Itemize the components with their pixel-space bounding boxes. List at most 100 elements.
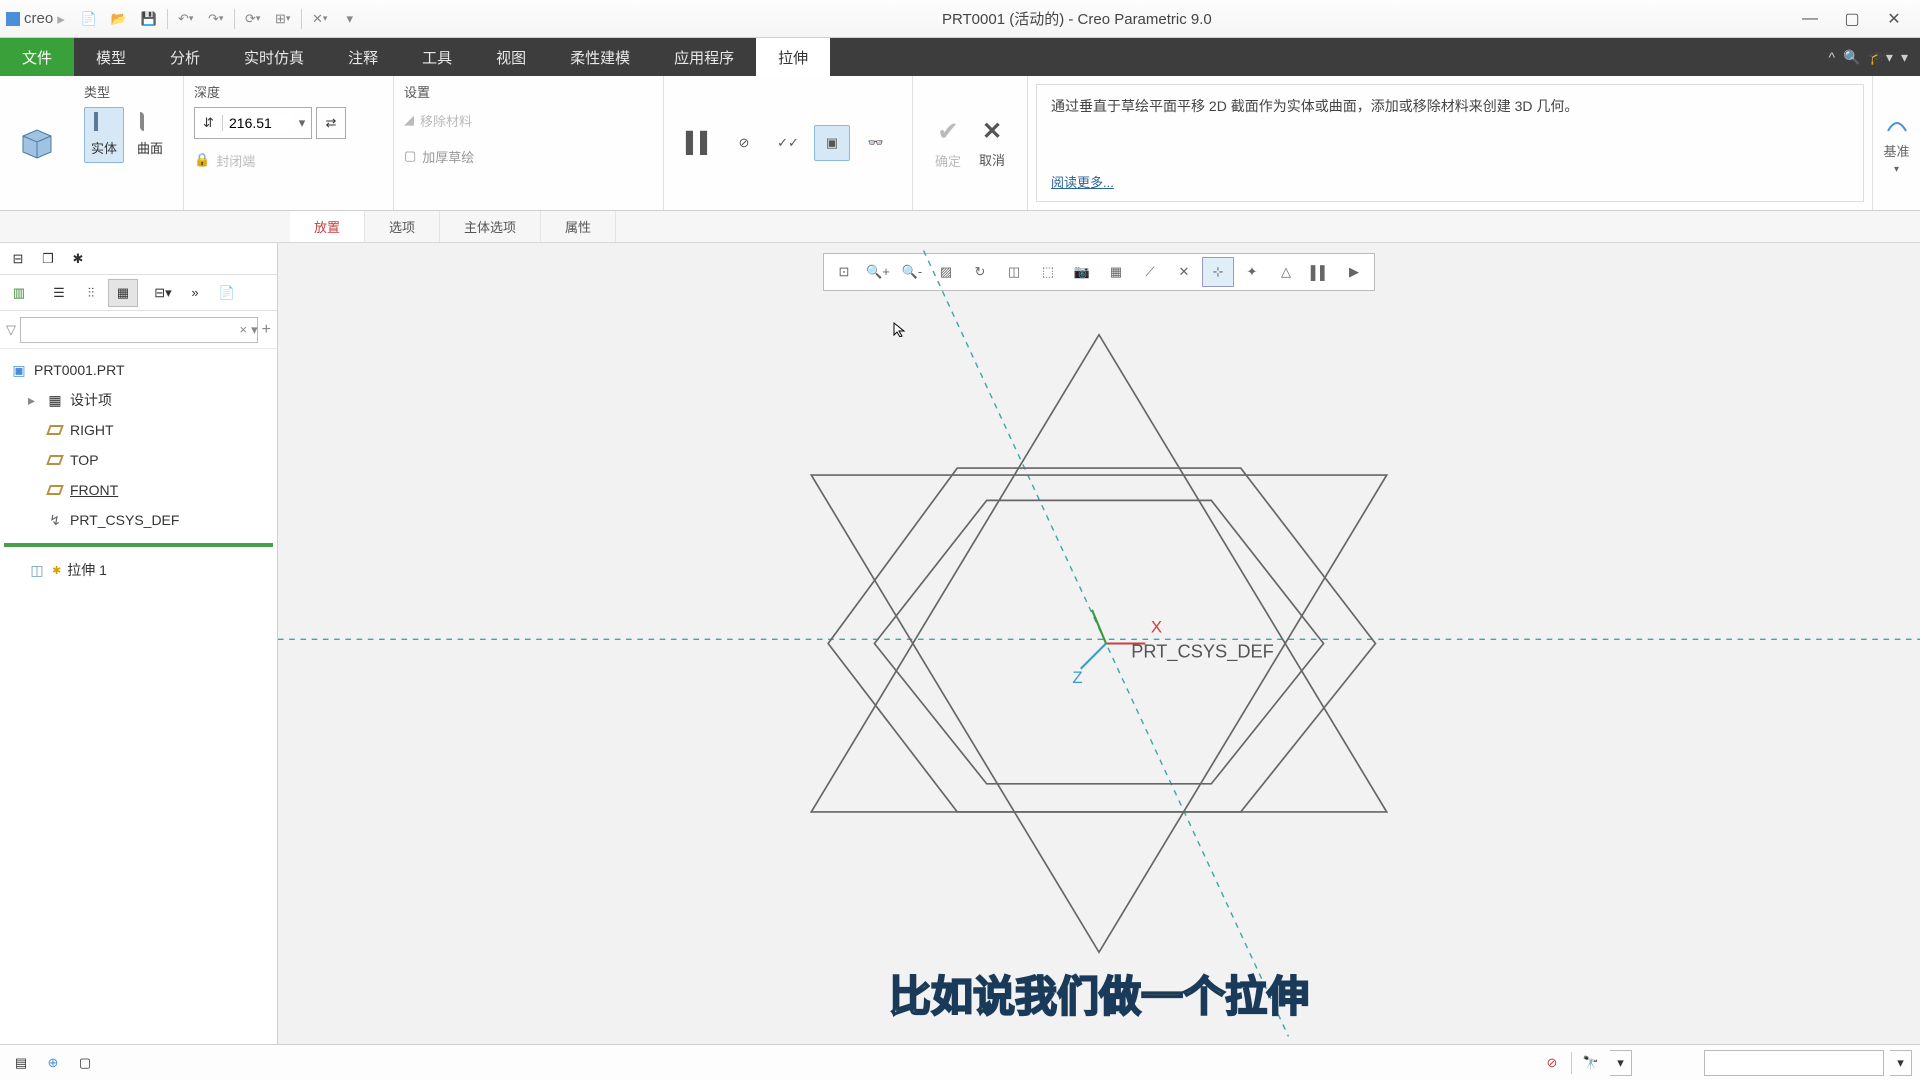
tree-insert-marker[interactable] — [4, 543, 273, 547]
maximize-button[interactable]: ▢ — [1832, 5, 1872, 33]
quick-access-toolbar: 📄 📂 💾 ↶▾ ↷▾ ⟳▾ ⊞▾ ✕▾ ▾ — [75, 5, 364, 33]
menu-tabs: 文件 模型 分析 实时仿真 注释 工具 视图 柔性建模 应用程序 拉伸 ^ 🔍 … — [0, 38, 1920, 76]
favorites-tab-icon[interactable]: ✱ — [66, 247, 90, 271]
preview-icon[interactable]: ▣ — [814, 125, 850, 161]
thicken-check[interactable]: ▢ 加厚草绘 — [404, 143, 474, 169]
subtab-properties[interactable]: 属性 — [541, 211, 616, 242]
surface-toggle[interactable]: 曲面 — [130, 107, 170, 163]
tree-plane-front[interactable]: FRONT — [0, 475, 277, 505]
search-icon[interactable]: 🔍 — [1843, 49, 1860, 66]
tree-plane-top[interactable]: TOP — [0, 445, 277, 475]
qat-more-icon[interactable]: ▾ — [336, 5, 364, 33]
tab-view[interactable]: 视图 — [474, 38, 548, 76]
remove-material-check: ◢ 移除材料 — [404, 107, 472, 133]
redo-icon[interactable]: ↷▾ — [202, 5, 230, 33]
selection-filter-dropdown[interactable]: ▾ — [1890, 1050, 1912, 1076]
surface-icon — [140, 114, 160, 134]
save-icon[interactable]: 💾 — [135, 5, 163, 33]
tab-tools[interactable]: 工具 — [400, 38, 474, 76]
datum-group[interactable]: 基准 ▾ — [1872, 76, 1920, 210]
tree-feature-extrude[interactable]: ◫ ✱ 拉伸 1 — [0, 555, 277, 585]
add-filter-icon[interactable]: + — [262, 321, 271, 339]
flip-direction-button[interactable]: ⇄ — [316, 107, 346, 139]
tree-expand-icon[interactable]: » — [180, 279, 210, 307]
read-more-link[interactable]: 阅读更多... — [1051, 172, 1849, 191]
tab-apps[interactable]: 应用程序 — [652, 38, 756, 76]
cancel-label: 取消 — [979, 150, 1005, 169]
app-logo: creo ▸ — [6, 10, 65, 28]
sidebar-toolbar-2: ▥ ☰ ⫶⫶ ▦ ⊟▾ » 📄 — [0, 275, 277, 311]
minimize-button[interactable]: — — [1790, 5, 1830, 33]
filter-dropdown-icon[interactable]: ▾ — [251, 322, 258, 338]
no-preview-icon[interactable]: ⊘ — [726, 125, 762, 161]
remove-material-icon: ◢ — [404, 112, 414, 128]
find-dropdown[interactable]: ▾ — [1610, 1050, 1632, 1076]
undo-icon[interactable]: ↶▾ — [172, 5, 200, 33]
tab-flex[interactable]: 柔性建模 — [548, 38, 652, 76]
surface-label: 曲面 — [137, 138, 163, 157]
tab-model[interactable]: 模型 — [74, 38, 148, 76]
window-controls: — ▢ ✕ — [1790, 5, 1914, 33]
depth-value-input[interactable] — [223, 115, 293, 131]
thicken-icon: ▢ — [404, 148, 416, 164]
main-area: ⊟ ❐ ✱ ▥ ☰ ⫶⫶ ▦ ⊟▾ » 📄 ▽ × ▾ + ▣ PRT0001.… — [0, 243, 1920, 1044]
status-icon-2[interactable]: ⊕ — [40, 1050, 66, 1076]
filter-icon[interactable]: ▽ — [6, 322, 16, 338]
model-tree-sidebar: ⊟ ❐ ✱ ▥ ☰ ⫶⫶ ▦ ⊟▾ » 📄 ▽ × ▾ + ▣ PRT0001.… — [0, 243, 278, 1044]
find-icon[interactable]: 🔭 — [1578, 1050, 1604, 1076]
remove-material-label: 移除材料 — [420, 111, 472, 130]
tree-plane-right[interactable]: RIGHT — [0, 415, 277, 445]
tree-csys[interactable]: ↯ PRT_CSYS_DEF — [0, 505, 277, 535]
settings-icon[interactable]: ▾ — [1901, 49, 1908, 66]
verify-icon[interactable]: ✓✓ — [770, 125, 806, 161]
tree-doc-icon[interactable]: 📄 — [212, 279, 242, 307]
help-icon[interactable]: 🎓▾ — [1869, 49, 1893, 66]
axis-z-label: Z — [1072, 668, 1082, 687]
status-stop-icon[interactable]: ⊘ — [1539, 1050, 1565, 1076]
close-window-button[interactable]: ✕ — [1874, 5, 1914, 33]
graphics-canvas[interactable]: ⊡ 🔍+ 🔍- ▨ ↻ ◫ ⬚ 📷 ▦ ⟋ ✕ ⊹ ✦ △ ▌▌ ▶ — [278, 243, 1920, 1044]
collapse-ribbon-icon[interactable]: ^ — [1828, 49, 1835, 65]
tab-file[interactable]: 文件 — [0, 38, 74, 76]
tab-simulation[interactable]: 实时仿真 — [222, 38, 326, 76]
glasses-icon[interactable]: 👓 — [858, 125, 894, 161]
tree-tab-icon[interactable]: ⊟ — [6, 247, 30, 271]
solid-toggle[interactable]: 实体 — [84, 107, 124, 163]
tab-extrude[interactable]: 拉伸 — [756, 38, 830, 76]
depth-type-icon[interactable]: ⇵ — [195, 115, 223, 131]
depth-dropdown-icon[interactable]: ▾ — [293, 115, 311, 131]
plane-icon — [46, 481, 64, 499]
cancel-button[interactable]: ✕ 取消 — [979, 117, 1005, 169]
subtab-placement[interactable]: 放置 — [290, 211, 365, 242]
regenerate-icon[interactable]: ⟳▾ — [239, 5, 267, 33]
open-file-icon[interactable]: 📂 — [105, 5, 133, 33]
filter-input[interactable] — [20, 317, 258, 343]
tree-view-1-icon[interactable]: ☰ — [44, 279, 74, 307]
tree-view-3-icon[interactable]: ▦ — [108, 279, 138, 307]
layers-tab-icon[interactable]: ❐ — [36, 247, 60, 271]
pause-button[interactable]: ▌▌ — [682, 125, 718, 161]
thicken-label: 加厚草绘 — [422, 147, 474, 166]
status-icon-1[interactable]: ▤ — [8, 1050, 34, 1076]
close-model-icon[interactable]: ✕▾ — [306, 5, 334, 33]
subtab-body-options[interactable]: 主体选项 — [440, 211, 541, 242]
tab-analysis[interactable]: 分析 — [148, 38, 222, 76]
subtab-options[interactable]: 选项 — [365, 211, 440, 242]
ribbon-preview-controls: ▌▌ ⊘ ✓✓ ▣ 👓 — [664, 76, 913, 210]
model-tree-icon[interactable]: ▥ — [4, 279, 34, 307]
clear-filter-icon[interactable]: × — [240, 322, 248, 337]
tree-view-2-icon[interactable]: ⫶⫶ — [76, 279, 106, 307]
tree-settings-icon[interactable]: ⊟▾ — [148, 279, 178, 307]
tab-annotate[interactable]: 注释 — [326, 38, 400, 76]
tree-design-items[interactable]: ▸ ▦ 设计项 — [0, 385, 277, 415]
selection-filter-box[interactable] — [1704, 1050, 1884, 1076]
windows-icon[interactable]: ⊞▾ — [269, 5, 297, 33]
subtitle-caption: 比如说我们做一个拉伸 — [889, 963, 1309, 1024]
plane-icon — [46, 451, 64, 469]
tree-root[interactable]: ▣ PRT0001.PRT — [0, 355, 277, 385]
status-bar: ▤ ⊕ ▢ ⊘ 🔭 ▾ ▾ — [0, 1044, 1920, 1080]
status-icon-3[interactable]: ▢ — [72, 1050, 98, 1076]
expand-icon[interactable]: ▸ — [28, 392, 40, 409]
axis-x-label: X — [1151, 617, 1162, 636]
new-file-icon[interactable]: 📄 — [75, 5, 103, 33]
